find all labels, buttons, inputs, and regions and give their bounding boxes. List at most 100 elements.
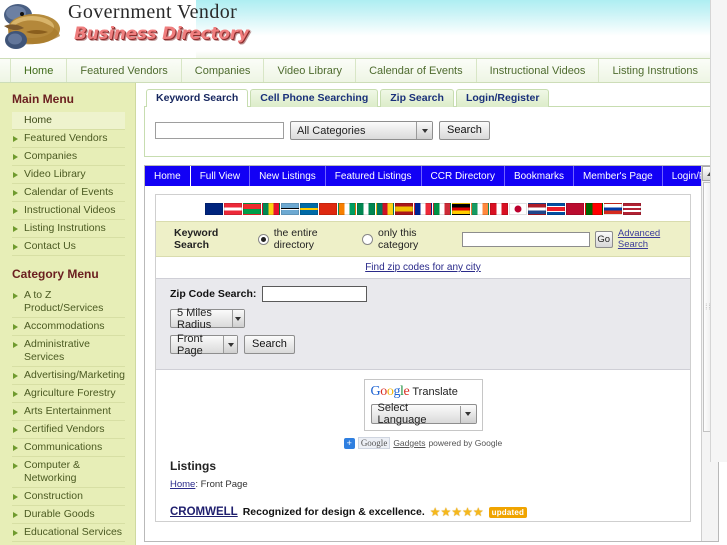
- sidebar-link-communications[interactable]: Communications: [12, 441, 125, 454]
- sidebar-item-communications[interactable]: Communications: [12, 439, 125, 457]
- sidebar-item-arts-entertainment[interactable]: Arts Entertainment: [12, 403, 125, 421]
- zip-search-button[interactable]: Search: [244, 335, 295, 354]
- sidebar-link-calendar-of-events[interactable]: Calendar of Events: [12, 186, 125, 199]
- nigeria-flag-icon[interactable]: [357, 203, 375, 215]
- page-select[interactable]: Front Page: [170, 333, 238, 357]
- benin-flag-icon[interactable]: [262, 203, 280, 215]
- category-select[interactable]: All Categories: [290, 121, 433, 140]
- directory-nav-members-page[interactable]: Member's Page: [574, 166, 663, 186]
- peru-flag-icon[interactable]: [490, 203, 508, 215]
- china-flag-icon[interactable]: [319, 203, 337, 215]
- directory-nav-login-register[interactable]: Login/Register: [663, 166, 701, 186]
- north-korea-flag-icon[interactable]: [547, 203, 565, 215]
- go-button[interactable]: Go: [594, 230, 613, 248]
- sidebar-item-computer-networking[interactable]: Computer & Networking: [12, 457, 125, 488]
- norway-flag-icon[interactable]: [566, 203, 584, 215]
- sidebar-item-video-library[interactable]: Video Library: [12, 166, 125, 184]
- select-language-dropdown[interactable]: Select Language: [370, 402, 477, 426]
- topnav-item-instructional-videos[interactable]: Instructional Videos: [477, 59, 600, 82]
- ireland-flag-icon[interactable]: [471, 203, 489, 215]
- tab-zip-search[interactable]: Zip Search: [380, 89, 454, 107]
- botswana-flag-icon[interactable]: [281, 203, 299, 215]
- page-vertical-scrollbar[interactable]: [710, 0, 727, 462]
- sidebar-link-advertising-marketing[interactable]: Advertising/Marketing: [12, 369, 125, 382]
- sidebar-item-advertising-marketing[interactable]: Advertising/Marketing: [12, 367, 125, 385]
- tab-cell-phone-searching[interactable]: Cell Phone Searching: [250, 89, 379, 107]
- russia-flag-icon[interactable]: [604, 203, 622, 215]
- sidebar-link-certified-vendors[interactable]: Certified Vendors: [12, 423, 125, 436]
- sidebar-link-arts-entertainment[interactable]: Arts Entertainment: [12, 405, 125, 418]
- spain-flag-icon[interactable]: [395, 203, 413, 215]
- plus-icon[interactable]: +: [343, 437, 355, 449]
- gadgets-link[interactable]: Gadgets: [393, 438, 425, 448]
- directory-nav-home[interactable]: Home: [145, 166, 191, 186]
- burkina-faso-flag-icon[interactable]: [243, 203, 261, 215]
- listing-name-link[interactable]: CROMWELL: [170, 506, 238, 518]
- radius-select[interactable]: 5 Miles Radius: [170, 307, 245, 331]
- sidebar-link-administrative-services[interactable]: Administrative Services: [12, 338, 125, 364]
- sidebar-item-certified-vendors[interactable]: Certified Vendors: [12, 421, 125, 439]
- sidebar-item-durable-goods[interactable]: Durable Goods: [12, 506, 125, 524]
- directory-nav-featured-listings[interactable]: Featured Listings: [326, 166, 422, 186]
- france-flag-icon[interactable]: [414, 203, 432, 215]
- germany-flag-icon[interactable]: [452, 203, 470, 215]
- advanced-search-link[interactable]: Advanced Search: [618, 228, 690, 250]
- japan-flag-icon[interactable]: [509, 203, 527, 215]
- ivory-coast-flag-icon[interactable]: [338, 203, 356, 215]
- sweden-flag-icon[interactable]: [300, 203, 318, 215]
- sidebar-link-computer-networking[interactable]: Computer & Networking: [12, 459, 125, 485]
- sidebar-item-a-to-z[interactable]: A to Z Product/Services: [12, 287, 125, 318]
- sidebar-item-home[interactable]: Home: [12, 112, 125, 130]
- topnav-item-home[interactable]: Home: [10, 59, 68, 82]
- find-zip-codes-link[interactable]: Find zip codes for any city: [365, 262, 481, 273]
- sidebar-link-agriculture-forestry[interactable]: Agriculture Forestry: [12, 387, 125, 400]
- sidebar-link-accommodations[interactable]: Accommodations: [12, 320, 125, 333]
- directory-nav-bookmarks[interactable]: Bookmarks: [505, 166, 574, 186]
- sidebar-link-companies[interactable]: Companies: [12, 150, 125, 163]
- sidebar-link-featured-vendors[interactable]: Featured Vendors: [12, 132, 125, 145]
- directory-nav-new-listings[interactable]: New Listings: [250, 166, 326, 186]
- directory-nav-ccr-directory[interactable]: CCR Directory: [422, 166, 505, 186]
- topnav-item-companies[interactable]: Companies: [182, 59, 265, 82]
- sidebar-link-video-library[interactable]: Video Library: [12, 168, 125, 181]
- sidebar-item-instructional-videos[interactable]: Instructional Videos: [12, 202, 125, 220]
- breadcrumb-home-link[interactable]: Home: [170, 479, 195, 490]
- radio-entire-directory[interactable]: [258, 233, 269, 245]
- search-button[interactable]: Search: [439, 121, 490, 140]
- sidebar-link-a-to-z[interactable]: A to Z Product/Services: [12, 289, 125, 315]
- sidebar-item-listing-instructions[interactable]: Listing Instrutions: [12, 220, 125, 238]
- tab-keyword-search[interactable]: Keyword Search: [146, 89, 249, 107]
- zip-code-input[interactable]: [262, 286, 368, 302]
- usa-flag-icon[interactable]: [623, 203, 641, 215]
- netherlands-flag-icon[interactable]: [528, 203, 546, 215]
- tab-login-register[interactable]: Login/Register: [455, 89, 550, 107]
- sidebar-link-listing-instructions[interactable]: Listing Instrutions: [12, 222, 125, 235]
- sidebar-item-contact-us[interactable]: Contact Us: [12, 238, 125, 256]
- sidebar-item-administrative-services[interactable]: Administrative Services: [12, 336, 125, 367]
- sidebar-item-educational-services[interactable]: Educational Services: [12, 524, 125, 542]
- sidebar-link-construction[interactable]: Construction: [12, 490, 125, 503]
- topnav-item-calendar-of-events[interactable]: Calendar of Events: [356, 59, 477, 82]
- sidebar-item-featured-vendors[interactable]: Featured Vendors: [12, 130, 125, 148]
- topnav-item-listing-instructions[interactable]: Listing Instrutions: [599, 59, 713, 82]
- sidebar-link-durable-goods[interactable]: Durable Goods: [12, 508, 125, 521]
- directory-nav-full-view[interactable]: Full View: [191, 166, 251, 186]
- australia-flag-icon[interactable]: [205, 203, 223, 215]
- sidebar-item-calendar-of-events[interactable]: Calendar of Events: [12, 184, 125, 202]
- topnav-item-featured-vendors[interactable]: Featured Vendors: [67, 59, 182, 82]
- sidebar-item-construction[interactable]: Construction: [12, 488, 125, 506]
- keyword-search-input[interactable]: [155, 122, 284, 139]
- sidebar-item-companies[interactable]: Companies: [12, 148, 125, 166]
- frame-keyword-input[interactable]: [461, 231, 590, 247]
- sidebar-item-agriculture-forestry[interactable]: Agriculture Forestry: [12, 385, 125, 403]
- austria-flag-icon[interactable]: [224, 203, 242, 215]
- italy-flag-icon[interactable]: [433, 203, 451, 215]
- sidebar-link-educational-services[interactable]: Educational Services: [12, 526, 125, 539]
- radio-only-this-category[interactable]: [362, 233, 374, 245]
- sidebar-item-accommodations[interactable]: Accommodations: [12, 318, 125, 336]
- cameroon-flag-icon[interactable]: [376, 203, 394, 215]
- sidebar-link-home[interactable]: Home: [12, 114, 125, 127]
- sidebar-link-contact-us[interactable]: Contact Us: [12, 240, 125, 253]
- portugal-flag-icon[interactable]: [585, 203, 603, 215]
- topnav-item-video-library[interactable]: Video Library: [264, 59, 357, 82]
